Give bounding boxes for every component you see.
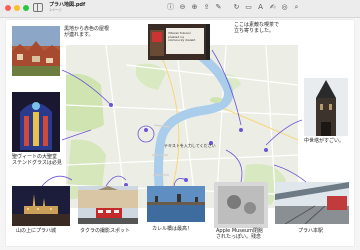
crop-icon[interactable]: ▭ <box>244 3 253 12</box>
info-icon[interactable]: ⓘ <box>166 3 175 12</box>
document-title: プラハ地図.pdf <box>49 2 86 8</box>
pdf-page: テキストを入力してください Vltavsk fokusní překlad na… <box>6 20 354 246</box>
minimize-window-button[interactable] <box>14 5 20 11</box>
sign-icon[interactable]: ✍ <box>268 3 277 12</box>
sidebar-toggle-button[interactable] <box>33 3 43 12</box>
search-icon[interactable]: ⌕ <box>292 3 301 12</box>
zoom-in-icon[interactable]: ⊕ <box>190 3 199 12</box>
markup-icon[interactable]: ✎ <box>214 3 223 12</box>
zoom-out-icon[interactable]: ⊖ <box>178 3 187 12</box>
close-window-button[interactable] <box>5 5 11 11</box>
share-icon[interactable]: ⇪ <box>202 3 211 12</box>
document-page-count: 1ページ <box>49 8 62 12</box>
pen-strokes <box>41 49 307 187</box>
window-titlebar: プラハ地図.pdf 1ページ ⓘ ⊖ ⊕ ⇪ ✎ ↻ ▭ A ✍ ◎ ⌕ <box>0 0 360 18</box>
text-icon[interactable]: A <box>256 3 265 12</box>
shapes-icon[interactable]: ◎ <box>280 3 289 12</box>
rotate-icon[interactable]: ↻ <box>232 3 241 12</box>
maximize-window-button[interactable] <box>23 5 29 11</box>
